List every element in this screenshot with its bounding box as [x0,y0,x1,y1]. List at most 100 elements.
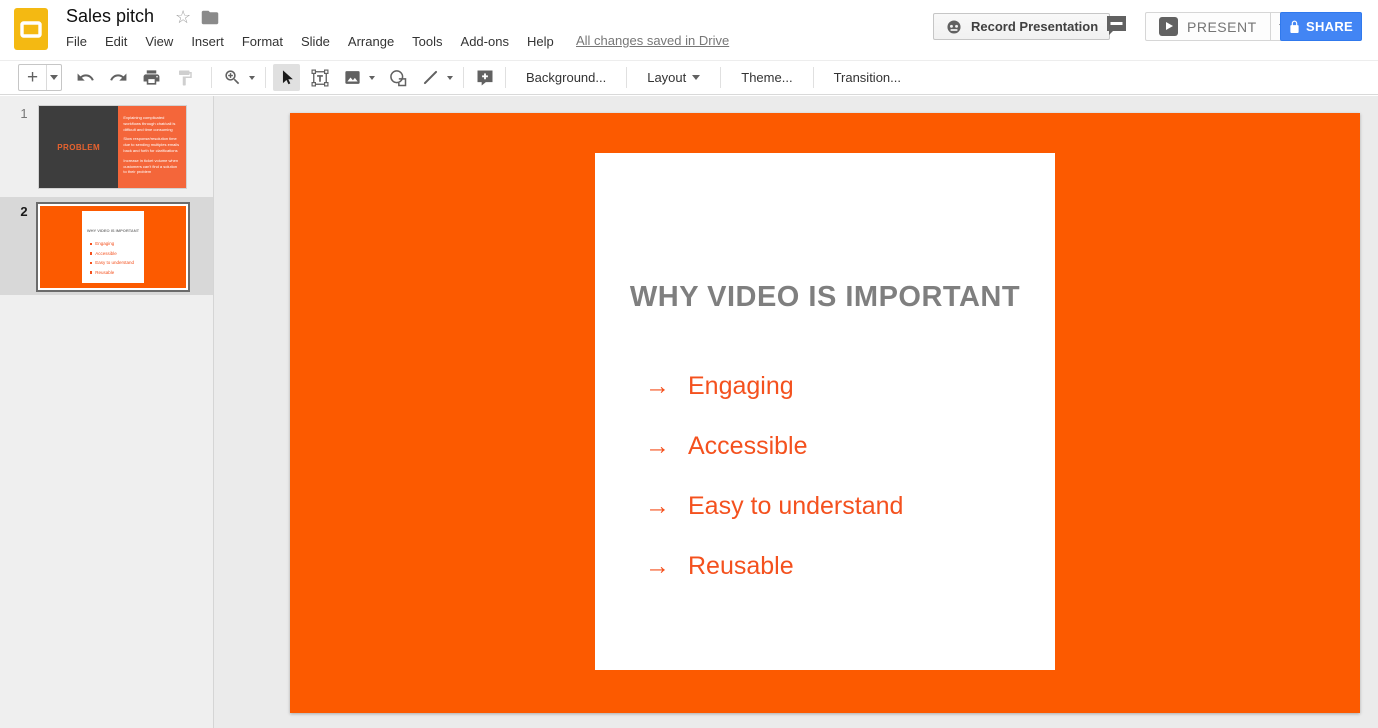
chevron-down-icon [447,76,453,80]
thumbnail-bullet-list: Engaging Accessible Easy to [90,241,145,275]
play-icon [1159,17,1178,36]
thumbnail-bullet: Reusable [90,270,145,275]
thumbnail-bullet: Accessible [90,251,145,256]
thumbnail-text-panel: Explaining complicated workflows through… [118,106,186,188]
slide-bullet[interactable]: → Reusable [645,536,903,596]
line-tool-button[interactable] [417,64,444,91]
square-bullet-icon [90,252,93,255]
arrow-bullet-icon: → [645,492,688,521]
background-button[interactable]: Background... [513,64,619,91]
slide-1-number: 1 [17,106,31,121]
arrow-bullet-icon: → [645,552,688,581]
thumbnail-content-box: WHY VIDEO IS IMPORTANT Engaging [82,211,145,282]
toolbar: + [0,60,1378,95]
slide-bullet[interactable]: → Engaging [645,356,903,416]
thumbnail-dark-panel: PROBLEM [39,106,118,188]
present-button-group: PRESENT [1145,12,1296,41]
zoom-dropdown[interactable] [246,64,258,91]
toolbar-separator [505,67,506,88]
star-icon[interactable]: ☆ [175,7,191,28]
new-slide-button[interactable]: + [19,65,46,90]
app-header: Sales pitch ☆ File Edit View Insert Form… [0,0,1378,60]
chevron-down-icon [249,76,255,80]
folder-icon[interactable] [201,10,219,25]
select-tool-button[interactable] [273,64,300,91]
slide-bullet[interactable]: → Accessible [645,416,903,476]
slide-1-thumbnail[interactable]: PROBLEM Explaining complicated workflows… [38,105,187,189]
slide-canvas[interactable]: WHY VIDEO IS IMPORTANT → Engaging → Acce… [290,113,1360,713]
image-dropdown[interactable] [366,64,378,91]
square-bullet-icon [90,262,93,265]
square-bullet-icon [90,243,93,246]
menu-item[interactable]: Slide [292,34,339,49]
slide-2-thumbnail[interactable]: WHY VIDEO IS IMPORTANT Engaging [36,202,190,292]
new-slide-dropdown[interactable] [46,65,61,90]
menu-bar: File Edit View Insert Format Slide Arran… [57,31,563,52]
menu-item[interactable]: Arrange [339,34,403,49]
menu-item[interactable]: File [57,34,96,49]
text-box-button[interactable] [306,64,333,91]
chevron-down-icon [50,75,58,80]
toolbar-separator [626,67,627,88]
slide-content-box[interactable]: WHY VIDEO IS IMPORTANT → Engaging → Acce… [595,153,1055,670]
comments-icon[interactable] [1104,13,1129,38]
toolbar-separator [211,67,212,88]
toolbar-separator [720,67,721,88]
present-label: PRESENT [1187,19,1257,35]
share-label: SHARE [1306,19,1353,34]
layout-button[interactable]: Layout [634,64,713,91]
redo-button[interactable] [105,64,132,91]
transition-button[interactable]: Transition... [821,64,914,91]
arrow-bullet-icon: → [645,432,688,461]
layout-label: Layout [647,70,686,85]
lock-icon [1289,20,1300,34]
toolbar-separator [463,67,464,88]
insert-comment-button[interactable] [471,64,498,91]
slide-bullet[interactable]: → Easy to understand [645,476,903,536]
share-button[interactable]: SHARE [1280,12,1362,41]
document-title[interactable]: Sales pitch [66,6,154,27]
print-button[interactable] [138,64,165,91]
chevron-down-icon [369,76,375,80]
menu-item[interactable]: Format [233,34,292,49]
record-presentation-label: Record Presentation [971,19,1098,34]
slide-filmstrip: 1 PROBLEM Explaining complicated workflo… [0,96,214,728]
thumbnail-paragraph: Slow response/resolution time due to sen… [123,136,181,153]
toolbar-separator [265,67,266,88]
menu-item[interactable]: View [136,34,182,49]
menu-item[interactable]: Insert [182,34,233,49]
slides-logo-icon[interactable] [14,8,48,50]
filmstrip-row-2-selected: 2 WHY VIDEO IS IMPORTANT Engaging [0,197,213,295]
thumbnail-title: PROBLEM [57,143,100,152]
slide-title[interactable]: WHY VIDEO IS IMPORTANT [595,281,1055,314]
thumbnail-slide-surface: WHY VIDEO IS IMPORTANT Engaging [40,206,186,288]
menu-item[interactable]: Tools [403,34,451,49]
arrow-bullet-icon: → [645,372,688,401]
thumbnail-bullet: Engaging [90,241,145,246]
workspace: 1 PROBLEM Explaining complicated workflo… [0,96,1378,728]
square-bullet-icon [90,271,93,274]
thumbnail-paragraph: Increase in ticket volume when customers… [123,158,181,175]
paint-format-button [171,64,198,91]
new-slide-combo: + [18,64,62,91]
slide-bullet-list[interactable]: → Engaging → Accessible → Easy to unders… [645,356,903,596]
undo-button[interactable] [72,64,99,91]
present-button[interactable]: PRESENT [1146,13,1270,40]
chevron-down-icon [692,75,700,80]
menu-item[interactable]: Edit [96,34,136,49]
toolbar-separator [813,67,814,88]
menu-item[interactable]: Add-ons [452,34,518,49]
line-dropdown[interactable] [444,64,456,91]
menu-item[interactable]: Help [518,34,563,49]
theme-button[interactable]: Theme... [728,64,805,91]
zoom-button[interactable] [219,64,246,91]
record-camera-icon [945,19,963,35]
save-status-link[interactable]: All changes saved in Drive [576,33,729,48]
record-presentation-button[interactable]: Record Presentation [933,13,1110,40]
insert-image-button[interactable] [339,64,366,91]
filmstrip-row-1: 1 PROBLEM Explaining complicated workflo… [0,96,213,197]
slide-2-number: 2 [17,204,31,219]
shape-tool-button[interactable] [384,64,411,91]
thumbnail-paragraph: Explaining complicated workflows through… [123,115,181,132]
thumbnail-title: WHY VIDEO IS IMPORTANT [82,228,145,233]
